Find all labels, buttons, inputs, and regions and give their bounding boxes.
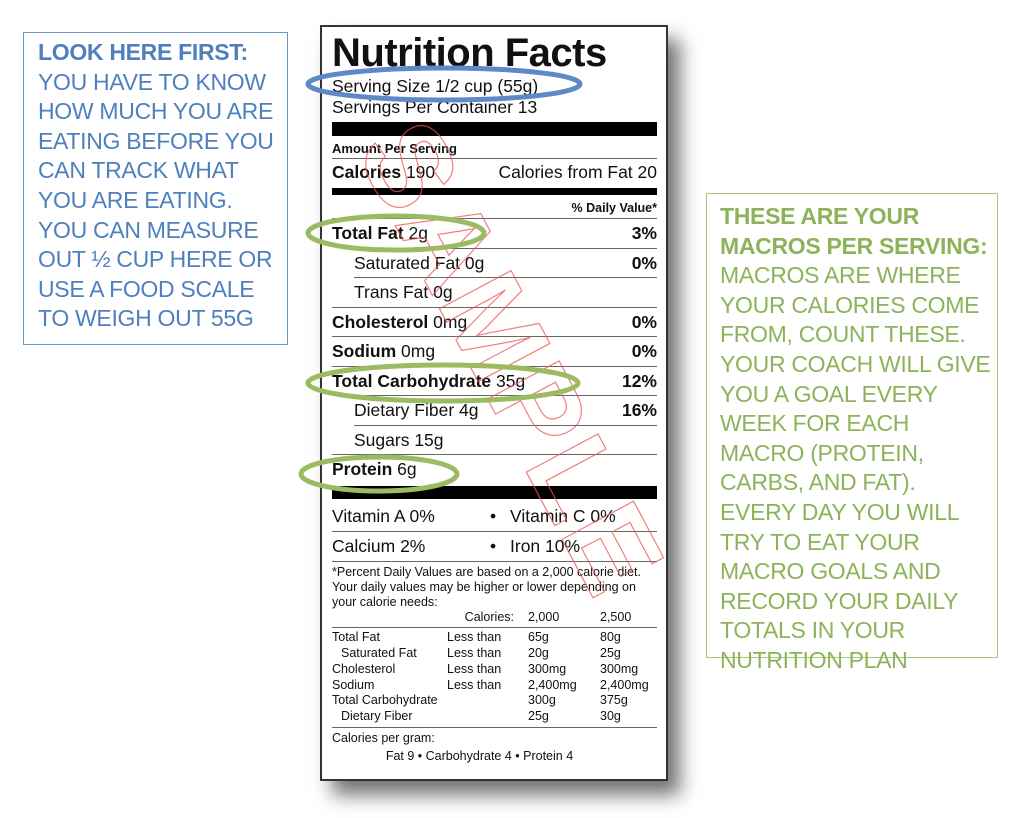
nutrient-amount: 0g (433, 282, 453, 302)
vitamin-right: Iron 10% (510, 535, 581, 556)
dv-table-cell: Less than (447, 646, 502, 661)
dv-table-header: Calories: 2,000 2,500 (332, 610, 657, 628)
vitamin-row: Calcium 2% • Iron 10% (332, 532, 657, 561)
dv-table-cell: 300mg (600, 661, 639, 676)
dv-table-cell: Less than (447, 630, 502, 645)
callout-serving-size: LOOK HERE FIRST: YOU HAVE TO KNOW HOW MU… (23, 32, 288, 345)
nutrient-row: Sugars 15g (332, 426, 657, 455)
nutrient-name: Dietary Fiber (354, 400, 455, 420)
dv-table-cell: Sodium (332, 677, 375, 692)
vitamin-left: Vitamin A 0% (332, 505, 435, 526)
servings-per-container: Servings Per Container 13 (332, 97, 538, 117)
calories-per-gram-label: Calories per gram: (332, 731, 435, 746)
bullet: • (490, 505, 497, 526)
dv-table-cell: 300g (528, 693, 556, 708)
vitamin-row: Vitamin A 0% • Vitamin C 0% (332, 502, 657, 531)
callout-body: YOU HAVE TO KNOW HOW MUCH YOU ARE EATING… (38, 68, 274, 332)
nutrient-daily-value: 16% (621, 400, 657, 420)
vitamin-list: Vitamin A 0% • Vitamin C 0% Calcium 2% • Iron… (332, 502, 657, 561)
dv-header-cell: Calories: (464, 609, 514, 624)
dv-table-cell: 80g (600, 630, 621, 645)
nutrient-amount: 35g (496, 370, 526, 391)
dv-table-cell: Total Fat (332, 630, 380, 645)
footnote: *Percent Daily Values are based on a 2,0… (332, 564, 641, 609)
nutrient-list: Total Fat 2g 3% Saturated Fat 0g 0% Trans Fa… (332, 218, 657, 484)
callout-macros: THESE ARE YOUR MACROS PER SERVING: MACRO… (706, 193, 998, 673)
nutrient-daily-value: 0% (631, 341, 657, 361)
nutrient-amount: 2g (408, 223, 428, 243)
dv-table-cell: 300mg (528, 661, 567, 676)
divider-medium (332, 188, 657, 195)
callout-heading: THESE ARE YOUR MACROS PER SERVING: (720, 203, 988, 259)
nutrient-row: Saturated Fat 0g 0% (332, 249, 657, 278)
nutrient-amount: 15g (414, 429, 444, 450)
nutrient-row: Total Carbohydrate 35g 12% (332, 367, 657, 396)
nutrient-amount: 0mg (433, 311, 468, 332)
dv-table-cell: 65g (528, 630, 549, 645)
nutrient-name: Sugars (354, 429, 410, 450)
nutrient-amount: 0mg (401, 341, 436, 361)
label-title: Nutrition Facts (332, 31, 607, 75)
callout-body: MACROS ARE WHERE YOUR CALORIES COME FROM… (720, 262, 991, 673)
nutrient-row: Sodium 0mg 0% (332, 337, 657, 366)
nutrient-name: Protein (332, 459, 393, 479)
nutrient-amount: 0g (464, 252, 485, 273)
nutrient-row: Dietary Fiber 4g 16% (332, 396, 657, 425)
daily-value-table: Total Fat Less than 65g 80g Saturated Fat Les… (332, 628, 657, 727)
nutrition-facts-label: Nutrition Facts Serving Size 1/2 cup (55… (320, 25, 668, 781)
dv-table-cell: Saturated Fat (341, 646, 417, 661)
nutrient-daily-value: 3% (631, 223, 657, 243)
dv-header-cell (332, 610, 447, 626)
dv-table-cell: 375g (600, 693, 628, 708)
dv-table-cell: 2,400mg (528, 677, 577, 692)
nutrient-name: Cholesterol (332, 311, 429, 332)
bullet: • (490, 535, 497, 556)
dv-table-cell: Total Carbohydrate (332, 693, 438, 708)
dv-table-cell: 25g (600, 646, 621, 661)
vitamin-left: Calcium 2% (332, 535, 426, 556)
nutrient-name: Total Carbohydrate (332, 370, 492, 391)
divider-thick (332, 485, 657, 499)
calories-label: Calories (332, 162, 402, 182)
dv-table-cell: 20g (528, 646, 549, 661)
dv-table-cell: Less than (447, 677, 502, 692)
nutrient-name: Sodium (332, 341, 397, 361)
serving-size: Serving Size 1/2 cup (55g) (332, 76, 539, 96)
nutrient-daily-value: 12% (621, 370, 657, 391)
nutrient-name: Total Fat (332, 223, 404, 243)
calories-value: 190 (405, 162, 436, 182)
vitamin-right: Vitamin C 0% (510, 505, 616, 526)
nutrient-row: Protein 6g (332, 455, 657, 484)
nutrient-daily-value: 0% (631, 311, 657, 332)
dv-table-cell: 25g (528, 709, 549, 724)
nutrient-amount: 4g (459, 400, 479, 420)
calories-from-fat: Calories from Fat 20 (498, 162, 657, 182)
dv-table-cell: Dietary Fiber (341, 709, 413, 724)
nutrient-row: Total Fat 2g 3% (332, 219, 657, 248)
daily-value-header-text: % Daily Value* (571, 201, 657, 215)
calories-per-gram: Fat 9 • Carbohydrate 4 • Protein 4 (385, 749, 574, 764)
divider-thick (332, 122, 657, 136)
daily-value-header: % Daily Value* (332, 198, 657, 218)
dv-header-cell: 2,500 (600, 609, 632, 624)
nutrient-name: Trans Fat (354, 282, 429, 302)
dv-table-cell: Less than (447, 661, 502, 676)
amount-per-serving: Amount Per Serving (332, 141, 457, 156)
calories-row: Calories 190 Calories from Fat 20 (332, 159, 657, 186)
nutrient-name: Saturated Fat (354, 252, 461, 273)
nutrient-row: Trans Fat 0g (332, 278, 657, 307)
nutrient-daily-value: 0% (631, 252, 657, 273)
dv-header-cell: 2,000 (528, 609, 560, 624)
callout-heading: LOOK HERE FIRST: (38, 39, 248, 65)
dv-table-cell: 2,400mg (600, 677, 649, 692)
nutrient-amount: 6g (397, 459, 417, 479)
dv-table-cell: Cholesterol (332, 661, 396, 676)
nutrient-row: Cholesterol 0mg 0% (332, 308, 657, 337)
dv-table-cell: 30g (600, 709, 621, 724)
